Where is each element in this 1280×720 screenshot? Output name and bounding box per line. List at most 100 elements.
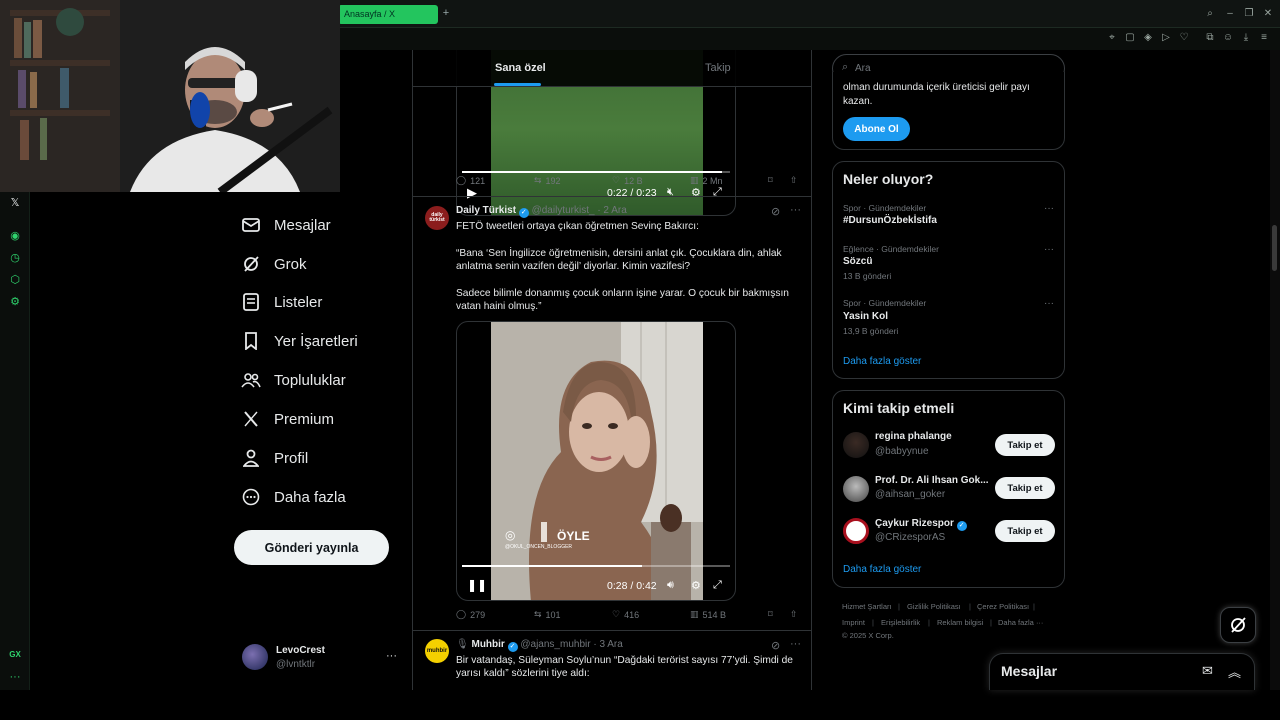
bookmark-button[interactable]: ⌑ bbox=[768, 609, 773, 620]
more-icon[interactable]: ··· bbox=[1044, 298, 1054, 309]
browser-tab-active[interactable]: Anasayfa / X bbox=[338, 5, 438, 24]
more-icon[interactable]: ··· bbox=[790, 638, 801, 650]
trend-name[interactable]: Yasin Kol bbox=[843, 311, 888, 322]
reply-button[interactable]: ◯ 121 bbox=[456, 175, 485, 186]
more-icon[interactable]: ··· bbox=[8, 671, 22, 685]
nav-lists[interactable]: Listeler bbox=[240, 285, 322, 319]
views-button[interactable]: ▥ 2 Mn bbox=[690, 175, 723, 186]
account-icon[interactable]: ☺ bbox=[1221, 32, 1235, 43]
reply-button[interactable]: ◯ 279 bbox=[456, 609, 485, 620]
like-button[interactable]: ♡ 12 B bbox=[612, 175, 643, 186]
more-icon[interactable]: ··· bbox=[1044, 244, 1054, 255]
trend-name[interactable]: Sözcü bbox=[843, 256, 872, 267]
tweet-time[interactable]: · 3 Ara bbox=[593, 639, 622, 650]
bookmark-button[interactable]: ⌑ bbox=[768, 175, 773, 186]
author-handle[interactable]: @ajans_muhbir bbox=[520, 639, 590, 650]
author-handle[interactable]: @dailyturkist_ bbox=[532, 205, 595, 216]
download-icon[interactable]: ⤓ bbox=[1239, 32, 1253, 43]
scrollbar-thumb[interactable] bbox=[1272, 225, 1277, 271]
account-handle: @lvntktlr bbox=[276, 659, 316, 670]
tweet2-video[interactable]: ◎ @OKUL_ONCEN_BLOGGER ÖYLE ❚❚ 0:28 / 0:4… bbox=[456, 321, 736, 601]
extensions-icon[interactable]: ⬡ bbox=[8, 273, 22, 287]
follow-button[interactable]: Takip et bbox=[995, 434, 1055, 456]
heart-icon[interactable]: ♡ bbox=[1177, 32, 1191, 43]
extensions-icon[interactable]: ⧉ bbox=[1203, 32, 1217, 43]
minimize-icon[interactable]: – bbox=[1223, 8, 1237, 19]
settings-icon[interactable]: ⚙ bbox=[691, 579, 701, 592]
user-name[interactable]: regina phalange bbox=[875, 431, 990, 442]
tab-following[interactable]: Takip bbox=[705, 62, 731, 74]
nav-more[interactable]: Daha fazla bbox=[240, 480, 346, 514]
video-watermark: @OKUL_ONCEN_BLOGGER bbox=[505, 544, 573, 550]
new-message-icon[interactable]: ✉ bbox=[1202, 663, 1213, 679]
user-name[interactable]: Çaykur Rizespor ✓ bbox=[875, 518, 990, 531]
pin-icon[interactable]: ⌖ bbox=[1105, 32, 1119, 43]
like-button[interactable]: ♡ 416 bbox=[612, 609, 639, 620]
history-icon[interactable]: ◷ bbox=[8, 251, 22, 265]
menu-icon[interactable]: ≡ bbox=[1257, 32, 1271, 43]
post-button[interactable]: Gönderi yayınla bbox=[234, 530, 389, 565]
expand-icon[interactable]: ︽ bbox=[1228, 662, 1241, 681]
footer-link[interactable]: Imprint bbox=[842, 618, 865, 627]
instagram-icon: ◎ bbox=[505, 528, 516, 542]
avatar[interactable] bbox=[843, 432, 869, 458]
nav-premium[interactable]: Premium bbox=[240, 402, 334, 436]
nav-label: Daha fazla bbox=[274, 488, 346, 506]
player-icon[interactable]: ▷ bbox=[1159, 32, 1173, 43]
tweet-time[interactable]: · 2 Ara bbox=[597, 205, 626, 216]
repost-button[interactable]: ⇆ 101 bbox=[534, 609, 561, 620]
follow-button[interactable]: Takip et bbox=[995, 477, 1055, 499]
nav-profile[interactable]: Profil bbox=[240, 441, 308, 475]
nav-grok[interactable]: Grok bbox=[240, 247, 307, 281]
volume-icon[interactable]: 🔊︎ bbox=[667, 579, 674, 592]
more-icon[interactable]: ··· bbox=[386, 650, 397, 662]
pause-icon[interactable]: ❚❚ bbox=[467, 578, 487, 592]
footer-link[interactable]: Çerez Politikası bbox=[977, 602, 1029, 611]
more-icon[interactable]: ··· bbox=[790, 204, 801, 216]
grok-icon[interactable]: ⊘ bbox=[771, 639, 780, 652]
avatar[interactable] bbox=[843, 476, 869, 502]
follow-button[interactable]: Takip et bbox=[995, 520, 1055, 542]
author-name[interactable]: Daily Türkist bbox=[456, 205, 516, 216]
player-icon[interactable]: ◉ bbox=[8, 229, 22, 243]
maximize-icon[interactable]: ❐ bbox=[1242, 8, 1256, 19]
user-name[interactable]: Prof. Dr. Ali Ihsan Gok... bbox=[875, 475, 990, 486]
close-window-icon[interactable]: ✕ bbox=[1261, 8, 1275, 19]
fullscreen-icon[interactable]: ⤢ bbox=[713, 579, 722, 592]
nav-messages[interactable]: Mesajlar bbox=[240, 208, 331, 242]
footer-link[interactable]: Hizmet Şartları bbox=[842, 602, 892, 611]
snapshot-icon[interactable]: ▢ bbox=[1123, 32, 1137, 43]
footer-link[interactable]: Daha fazla ··· bbox=[998, 618, 1043, 627]
footer-link[interactable]: Reklam bilgisi bbox=[937, 618, 983, 627]
tab-for-you[interactable]: Sana özel bbox=[495, 62, 546, 74]
views-button[interactable]: ▥ 514 B bbox=[690, 609, 726, 620]
grok-button[interactable] bbox=[1220, 607, 1256, 643]
share-button[interactable]: ⇧ bbox=[790, 175, 798, 186]
nav-bookmarks[interactable]: Yer İşaretleri bbox=[240, 324, 358, 358]
messages-drawer[interactable]: Mesajlar ✉ ︽ bbox=[989, 653, 1255, 690]
repost-button[interactable]: ⇆ 192 bbox=[534, 175, 561, 186]
shield-icon[interactable]: ◈ bbox=[1141, 32, 1155, 43]
settings-icon[interactable]: ⚙ bbox=[8, 295, 22, 309]
grok-icon[interactable]: ⊘ bbox=[771, 205, 780, 218]
footer-link[interactable]: Gizlilik Politikası bbox=[907, 602, 961, 611]
scrollbar[interactable] bbox=[1270, 50, 1280, 690]
avatar[interactable]: muhbir bbox=[425, 639, 449, 663]
trend-name[interactable]: #DursunÖzbekİstifa bbox=[843, 215, 937, 226]
share-button[interactable]: ⇧ bbox=[790, 609, 798, 620]
video-progress[interactable] bbox=[462, 565, 730, 567]
more-icon[interactable]: ··· bbox=[1044, 203, 1054, 214]
footer-link[interactable]: Erişilebilirlik bbox=[881, 618, 920, 627]
search-icon[interactable]: ⌕ bbox=[1203, 8, 1217, 19]
author-name[interactable]: Muhbir bbox=[471, 639, 504, 650]
show-more-link[interactable]: Daha fazla göster bbox=[843, 564, 921, 575]
new-tab-button[interactable]: + bbox=[440, 7, 452, 21]
avatar[interactable] bbox=[843, 518, 869, 544]
nav-communities[interactable]: Topluluklar bbox=[240, 363, 346, 397]
account-switcher[interactable]: LevoCrest @lvntktlr ··· bbox=[240, 642, 405, 676]
show-more-link[interactable]: Daha fazla göster bbox=[843, 356, 921, 367]
x-app-icon[interactable]: 𝕏 bbox=[8, 196, 22, 210]
video-progress[interactable] bbox=[462, 171, 730, 173]
subscribe-button[interactable]: Abone Ol bbox=[843, 117, 910, 141]
avatar[interactable]: daily türkist bbox=[425, 206, 449, 230]
